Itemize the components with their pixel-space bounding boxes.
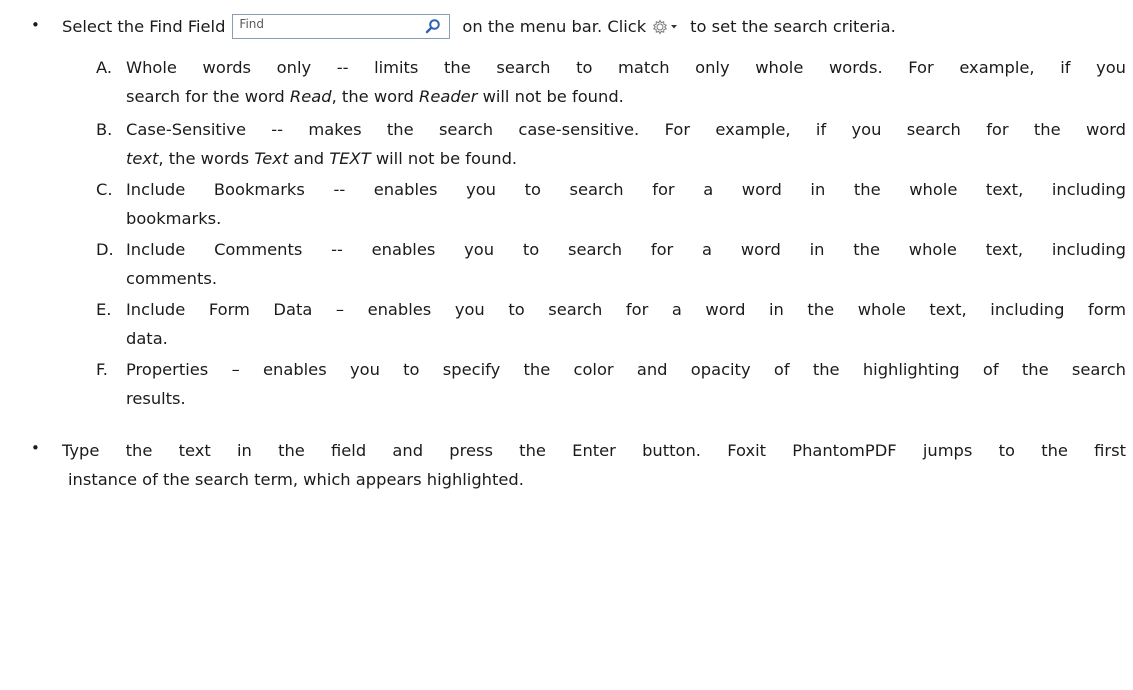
list-item-include-comments: D. Include Comments -- enables you to se… [96,236,1126,296]
text-run: , the words [158,148,255,168]
caret-down-icon [671,25,678,29]
emphasis-text: Read [289,86,332,106]
list-item-line: text, the words Text and TEXT will not b… [126,145,1126,174]
bullet-marker: • [31,439,40,457]
list-item-letter: A. [96,58,113,77]
list-item-line: comments. [126,268,218,288]
emphasis-text: TEXT [329,148,371,168]
magnifier-icon [426,19,441,34]
settings-dropdown-image [652,18,680,42]
list-item-line: Include Comments -- enables you to searc… [126,240,1126,259]
bullet-line: Type the text in the field and press the… [62,441,1126,460]
list-item-line: search for the word Read, the word Reade… [126,83,1126,112]
list-item-line: bookmarks. [126,208,222,228]
bullet-marker: • [31,16,40,34]
list-item-properties: F. Properties – enables you to specify t… [96,356,1126,416]
text-run: and [288,148,330,168]
bullet-line: instance of the search term, which appea… [68,469,524,489]
list-item-text: Whole words only -- limits the search to… [126,54,1126,111]
list-item-line: results. [126,388,186,408]
bullet-type-text-body: Type the text in the field and press the… [62,437,1126,494]
emphasis-text: text [126,148,159,168]
text-run: will not be found. [477,86,624,106]
list-item-case-sensitive: B. Case-Sensitive -- makes the search ca… [96,116,1126,176]
find-field-middle-text: on the menu bar. Click [462,17,647,36]
list-item-line: data. [126,328,168,348]
find-field-image: Find [232,14,451,39]
list-item-line: Include Form Data – enables you to searc… [126,300,1126,319]
find-field-placeholder: Find [239,17,265,31]
emphasis-text: Reader [419,86,478,106]
list-item-include-bookmarks: C. Include Bookmarks -- enables you to s… [96,176,1126,236]
document-page: • Select the Find Field Find on the menu … [0,0,1133,690]
list-item-text: Include Comments -- enables you to searc… [126,236,1126,293]
list-item-text: Properties – enables you to specify the … [126,356,1126,413]
list-item-text: Include Form Data – enables you to searc… [126,296,1126,353]
list-item-line: Case-Sensitive -- makes the search case-… [126,120,1126,139]
list-item-whole-words: A. Whole words only -- limits the search… [96,54,1126,114]
text-run: , the word [331,86,420,106]
bullet-find-field: • Select the Find Field Find on the menu … [0,12,1133,42]
bullet-find-field-text: Select the Find Field Find on the menu ba… [62,14,896,42]
find-field-end-text: to set the search criteria. [690,17,896,36]
bullet-type-text: • Type the text in the field and press t… [0,433,1133,497]
list-item-line: Properties – enables you to specify the … [126,360,1126,379]
find-field-intro-text: Select the Find Field [62,17,226,36]
list-item-line: Whole words only -- limits the search to… [126,58,1126,77]
list-item-text: Case-Sensitive -- makes the search case-… [126,116,1126,173]
list-item-text: Include Bookmarks -- enables you to sear… [126,176,1126,233]
text-run: will not be found. [370,148,518,168]
emphasis-text: Text [254,148,289,168]
list-item-letter: B. [96,120,113,139]
list-item-letter: E. [96,300,112,319]
text-run: search for the word [126,86,290,106]
list-item-letter: D. [96,240,114,259]
list-item-letter: F. [96,360,108,379]
gear-icon [653,19,678,35]
list-item-include-form-data: E. Include Form Data – enables you to se… [96,296,1126,356]
list-item-line: Include Bookmarks -- enables you to sear… [126,180,1126,199]
list-item-letter: C. [96,180,113,199]
